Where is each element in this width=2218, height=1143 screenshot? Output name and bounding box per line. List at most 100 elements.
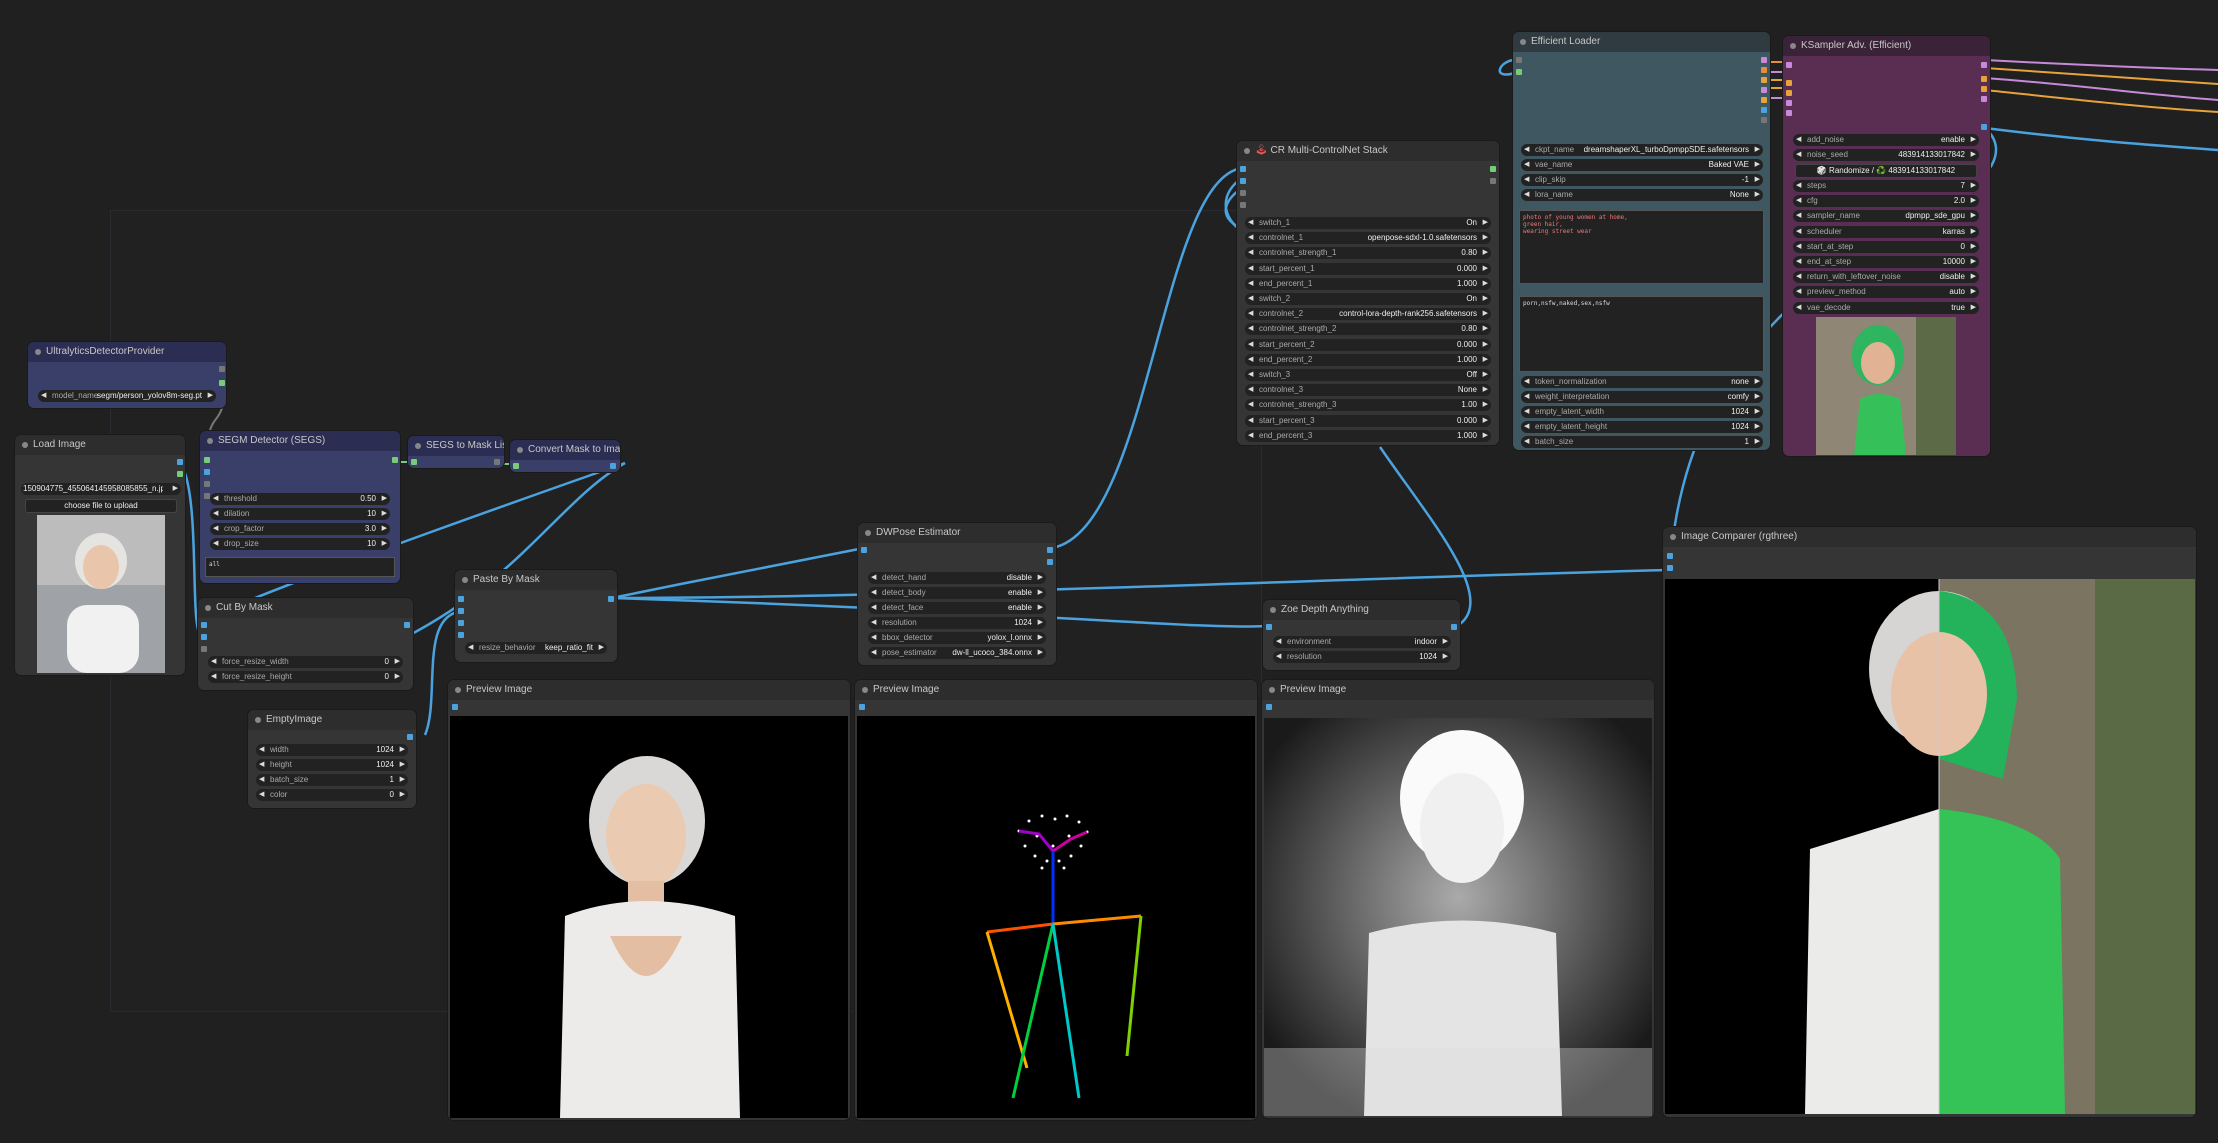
input-slot[interactable] (1786, 62, 1792, 68)
output-slot[interactable] (1761, 117, 1767, 123)
output-slot[interactable] (1490, 178, 1496, 184)
input-slot[interactable] (1516, 57, 1522, 63)
input-slot[interactable] (513, 463, 519, 469)
input-slot[interactable] (1786, 80, 1792, 86)
controlnet-widget-end-percent-1[interactable]: ◀ end_percent_1 1.000 ▶ (1245, 277, 1491, 290)
controlnet-widget-switch-2[interactable]: ◀ switch_2 On ▶ (1245, 293, 1491, 305)
loader-widget-clip-skip[interactable]: ◀ clip_skip -1 ▶ (1521, 174, 1763, 186)
ultralytics-detector-node[interactable]: UltralyticsDetectorProvider ◀ model_name s… (28, 342, 226, 408)
output-slot[interactable] (1981, 76, 1987, 82)
sampler-widget-preview-method[interactable]: ◀ preview_method auto ▶ (1793, 286, 1979, 299)
paste-by-mask-node[interactable]: Paste By Mask ◀ resize_behavior keep_ratio… (455, 570, 617, 662)
preview-image-node-1[interactable]: Preview Image (448, 680, 850, 1120)
empty-image-node[interactable]: EmptyImage ◀ width 1024 ▶ ◀ height 1024 ▶ ◀ bat… (248, 710, 416, 808)
input-slot[interactable] (1667, 553, 1673, 559)
input-slot[interactable] (411, 459, 417, 465)
load-image-node[interactable]: Load Image 150904775_455064145958085855_… (15, 435, 185, 675)
color-widget[interactable]: ◀ color 0 ▶ (256, 789, 408, 801)
dwpose-estimator-node[interactable]: DWPose Estimator ◀ detect_hand disable ▶ ◀ d… (858, 523, 1056, 665)
loader-widget-token-normalization[interactable]: ◀ token_normalization none ▶ (1521, 376, 1763, 388)
sampler-widget-return-with-leftover-noise[interactable]: ◀ return_with_leftover_noise disable ▶ (1793, 271, 1979, 284)
zoe-depth-node[interactable]: Zoe Depth Anything ◀ environment indoor ▶ ◀… (1263, 600, 1460, 670)
segs-to-mask-list-node[interactable]: SEGS to Mask List (408, 436, 504, 468)
resize-behavior-widget[interactable]: ◀ resize_behavior keep_ratio_fit ▶ (465, 642, 607, 654)
controlnet-widget-controlnet-strength-2[interactable]: ◀ controlnet_strength_2 0.80 ▶ (1245, 323, 1491, 336)
output-slot[interactable] (1761, 97, 1767, 103)
input-slot[interactable] (458, 632, 464, 638)
controlnet-widget-start-percent-1[interactable]: ◀ start_percent_1 0.000 ▶ (1245, 262, 1491, 275)
input-slot[interactable] (861, 547, 867, 553)
convert-mask-to-image-node[interactable]: Convert Mask to Image (510, 440, 620, 472)
loader-widget-vae-name[interactable]: ◀ vae_name Baked VAE ▶ (1521, 159, 1763, 171)
input-slot[interactable] (1786, 100, 1792, 106)
sampler-widget-noise-seed[interactable]: ◀ noise_seed 483914133017842 ▶ (1793, 149, 1979, 161)
output-slot[interactable] (1490, 166, 1496, 172)
loader-widget-ckpt-name[interactable]: ◀ ckpt_name dreamshaperXL_turboDpmppSDE.sa… (1521, 144, 1763, 156)
output-slot[interactable] (608, 596, 614, 602)
input-slot[interactable] (1516, 69, 1522, 75)
output-slot[interactable] (1761, 77, 1767, 83)
environment-widget[interactable]: ◀ environment indoor ▶ (1273, 636, 1451, 648)
width-widget[interactable]: ◀ width 1024 ▶ (256, 744, 408, 756)
preview-image-node-3[interactable]: Preview Image (1262, 680, 1654, 1118)
input-slot[interactable] (1240, 190, 1246, 196)
output-slot[interactable] (1761, 87, 1767, 93)
output-slot[interactable] (177, 459, 183, 465)
sampler-widget-scheduler[interactable]: ◀ scheduler karras ▶ (1793, 225, 1979, 238)
upload-button[interactable]: choose file to upload (25, 499, 177, 513)
output-slot[interactable] (407, 734, 413, 740)
output-slot[interactable] (1451, 624, 1457, 630)
negative-prompt-textarea[interactable]: porn,nsfw,naked,sex,nsfw (1519, 296, 1764, 372)
input-slot[interactable] (452, 704, 458, 710)
output-slot[interactable] (1047, 559, 1053, 565)
input-slot[interactable] (201, 634, 207, 640)
preview-image-node-2[interactable]: Preview Image (855, 680, 1257, 1120)
output-slot[interactable] (494, 459, 500, 465)
output-slot[interactable] (219, 366, 225, 372)
sampler-widget-vae-decode[interactable]: ◀ vae_decode true ▶ (1793, 301, 1979, 314)
input-slot[interactable] (458, 608, 464, 614)
zoe-resolution-widget[interactable]: ◀ resolution 1024 ▶ (1273, 651, 1451, 663)
image-comparer-node[interactable]: Image Comparer (rgthree) (1663, 527, 2196, 1117)
controlnet-widget-switch-3[interactable]: ◀ switch_3 Off ▶ (1245, 369, 1491, 381)
output-slot[interactable] (219, 380, 225, 386)
input-slot[interactable] (204, 481, 210, 487)
controlnet-widget-start-percent-3[interactable]: ◀ start_percent_3 0.000 ▶ (1245, 414, 1491, 427)
loader-widget-lora-name[interactable]: ◀ lora_name None ▶ (1521, 189, 1763, 201)
input-slot[interactable] (859, 704, 865, 710)
drop-size-widget[interactable]: ◀ drop_size 10 ▶ (210, 538, 390, 550)
input-slot[interactable] (204, 457, 210, 463)
input-slot[interactable] (1786, 90, 1792, 96)
sampler-widget-sampler-name[interactable]: ◀ sampler_name dpmpp_sde_gpu ▶ (1793, 210, 1979, 223)
sampler-widget-start-at-step[interactable]: ◀ start_at_step 0 ▶ (1793, 240, 1979, 253)
threshold-widget[interactable]: ◀ threshold 0.50 ▶ (210, 493, 390, 505)
input-slot[interactable] (1266, 704, 1272, 710)
positive-prompt-textarea[interactable]: photo of young women at home, green hair… (1519, 210, 1764, 284)
detect-hand-widget[interactable]: ◀ detect_hand disable ▶ (868, 572, 1046, 584)
controlnet-widget-controlnet-strength-3[interactable]: ◀ controlnet_strength_3 1.00 ▶ (1245, 399, 1491, 412)
input-slot[interactable] (1240, 166, 1246, 172)
input-slot[interactable] (201, 646, 207, 652)
output-slot[interactable] (1761, 57, 1767, 63)
crop-factor-widget[interactable]: ◀ crop_factor 3.0 ▶ (210, 523, 390, 535)
sampler-widget-cfg[interactable]: ◀ cfg 2.0 ▶ (1793, 195, 1979, 208)
output-slot[interactable] (1761, 67, 1767, 73)
output-slot[interactable] (1981, 62, 1987, 68)
loader-widget-batch-size[interactable]: ◀ batch_size 1 ▶ (1521, 436, 1763, 448)
output-slot[interactable] (1981, 124, 1987, 130)
sampler-widget-steps[interactable]: ◀ steps 7 ▶ (1793, 180, 1979, 192)
sampler-widget-end-at-step[interactable]: ◀ end_at_step 10000 ▶ (1793, 256, 1979, 268)
input-slot[interactable] (458, 620, 464, 626)
cut-by-mask-node[interactable]: Cut By Mask ◀ force_resize_width 0 ▶ ◀ force… (198, 598, 413, 690)
controlnet-widget-controlnet-3[interactable]: ◀ controlnet_3 None ▶ (1245, 384, 1491, 397)
input-slot[interactable] (458, 596, 464, 602)
output-slot[interactable] (392, 457, 398, 463)
input-slot[interactable] (204, 469, 210, 475)
randomize-button[interactable]: 🎲 Randomize / ♻️ 483914133017842 (1795, 164, 1977, 178)
loader-widget-empty-latent-width[interactable]: ◀ empty_latent_width 1024 ▶ (1521, 406, 1763, 418)
bbox-detector-widget[interactable]: ◀ bbox_detector yolox_l.onnx ▶ (868, 632, 1046, 644)
input-slot[interactable] (1266, 624, 1272, 630)
force-resize-height-widget[interactable]: ◀ force_resize_height 0 ▶ (208, 671, 403, 683)
output-slot[interactable] (1981, 86, 1987, 92)
ksampler-node[interactable]: KSampler Adv. (Efficient) ◀ add_noise enab… (1783, 36, 1990, 456)
